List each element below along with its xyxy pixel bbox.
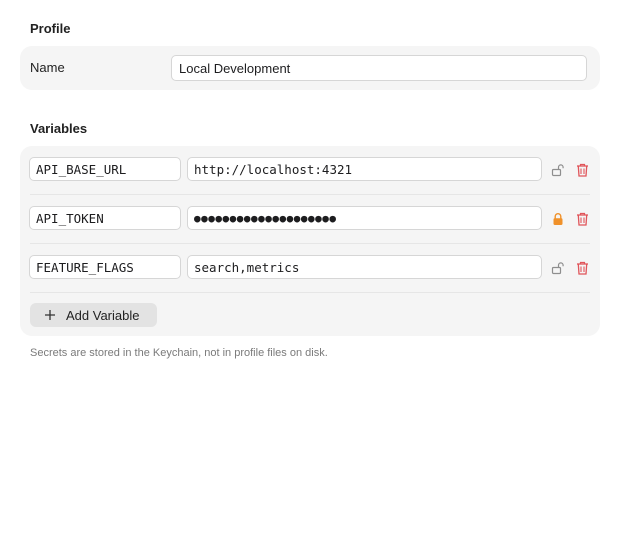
variable-key-input[interactable] bbox=[29, 206, 181, 230]
add-variable-button[interactable]: Add Variable bbox=[30, 303, 157, 327]
trash-icon[interactable] bbox=[573, 161, 591, 179]
variable-row bbox=[20, 244, 600, 293]
keychain-footnote: Secrets are stored in the Keychain, not … bbox=[30, 347, 328, 359]
variable-key-input[interactable] bbox=[29, 157, 181, 181]
profile-name-row: Name bbox=[20, 46, 600, 90]
trash-icon[interactable] bbox=[573, 259, 591, 277]
profile-panel: Name bbox=[20, 46, 600, 90]
settings-page: Profile Name Variables bbox=[0, 0, 620, 560]
variable-row bbox=[20, 195, 600, 244]
variable-value-input[interactable] bbox=[187, 157, 542, 181]
variable-key-input[interactable] bbox=[29, 255, 181, 279]
trash-icon[interactable] bbox=[573, 210, 591, 228]
plus-icon bbox=[44, 309, 56, 321]
profile-name-input[interactable] bbox=[171, 55, 587, 81]
variables-panel: Add Variable bbox=[20, 146, 600, 336]
variable-secret-value-input[interactable] bbox=[187, 206, 542, 230]
variable-value-input[interactable] bbox=[187, 255, 542, 279]
locked-icon[interactable] bbox=[549, 210, 567, 228]
add-variable-label: Add Variable bbox=[66, 307, 140, 323]
variable-row bbox=[20, 146, 600, 195]
profile-section-title: Profile bbox=[30, 21, 71, 36]
unlocked-icon[interactable] bbox=[549, 259, 567, 277]
variables-section-title: Variables bbox=[30, 121, 88, 136]
unlocked-icon[interactable] bbox=[549, 161, 567, 179]
profile-name-label: Name bbox=[30, 60, 65, 75]
